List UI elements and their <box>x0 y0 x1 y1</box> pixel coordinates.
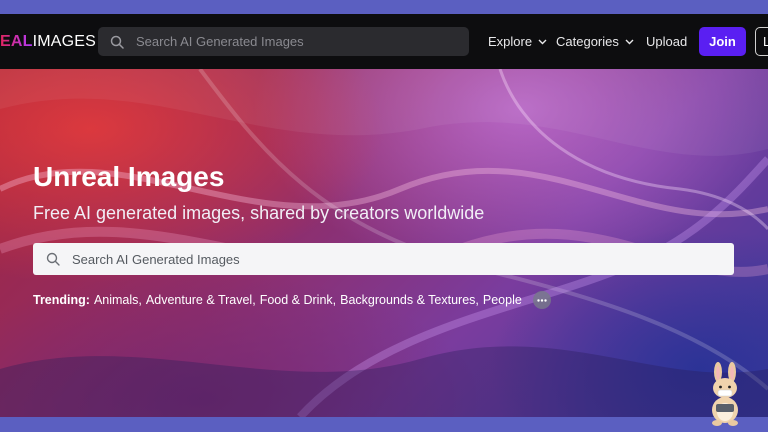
nav-explore[interactable]: Explore <box>488 14 547 69</box>
search-icon <box>110 35 124 49</box>
logo-text-part2: IMAGES <box>32 32 97 50</box>
nav-upload-label: Upload <box>646 34 688 49</box>
trending-link-food-drink[interactable]: Food & Drink <box>260 293 333 307</box>
trending-label: Trending: <box>33 293 90 307</box>
trending-row: Trending: Animals, Adventure & Travel, F… <box>33 291 551 309</box>
hero-banner: Unreal Images Free AI generated images, … <box>0 69 768 417</box>
window-frame-top <box>0 0 768 14</box>
trending-link-animals[interactable]: Animals <box>94 293 138 307</box>
login-button[interactable]: L <box>755 27 768 56</box>
join-button[interactable]: Join <box>699 27 746 56</box>
more-dots-icon[interactable] <box>532 291 551 309</box>
chevron-down-icon <box>538 39 547 44</box>
hero-subtitle: Free AI generated images, shared by crea… <box>33 203 485 223</box>
nav-categories-label: Categories <box>556 34 619 49</box>
search-icon <box>46 252 60 266</box>
hero-title: Unreal Images <box>33 161 225 192</box>
chevron-down-icon <box>625 39 634 44</box>
trending-link-backgrounds-textures[interactable]: Backgrounds & Textures <box>340 293 475 307</box>
nav-explore-label: Explore <box>488 34 533 49</box>
logo-text-part1: EAL <box>0 32 33 50</box>
trending-link-people[interactable]: People <box>483 293 522 307</box>
nav-search-bar[interactable] <box>98 27 469 56</box>
window-frame-bottom <box>0 417 768 432</box>
hero-search-input[interactable] <box>72 251 712 267</box>
nav-upload[interactable]: Upload <box>646 14 687 69</box>
trending-link-adventure-travel[interactable]: Adventure & Travel <box>146 293 252 307</box>
nav-categories[interactable]: Categories <box>556 14 634 69</box>
hero-search-bar[interactable] <box>33 243 734 275</box>
logo[interactable]: EAL IMAGES <box>0 14 96 69</box>
nav-search-input[interactable] <box>136 34 456 49</box>
navbar: EAL IMAGES Explore Categories Upload Joi… <box>0 14 768 69</box>
rabbit-mascot-icon[interactable] <box>705 362 745 426</box>
